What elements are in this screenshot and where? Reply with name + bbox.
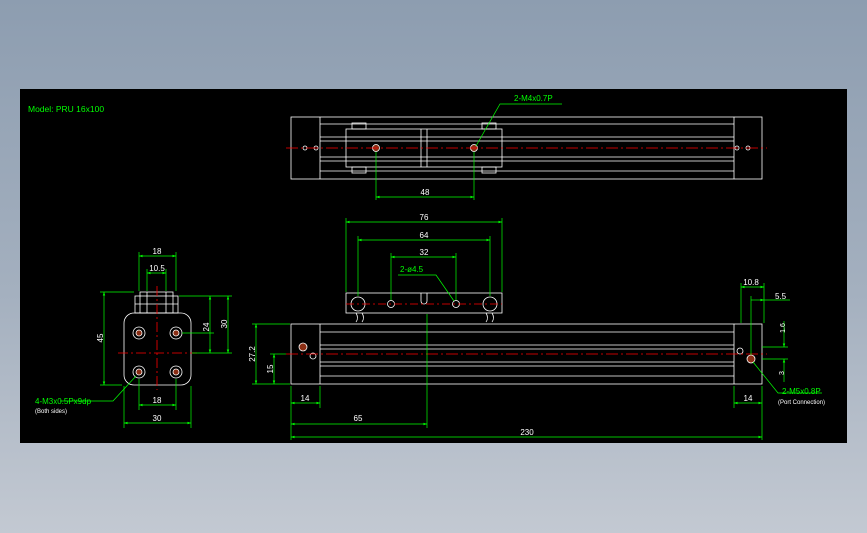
model-title: Model: PRU 16x100	[28, 104, 104, 114]
cad-drawing: Model: PRU 16x100 48 2-M4x0.7P 76 64 32 …	[20, 89, 847, 443]
end-dim-overall-height: 45	[96, 333, 105, 342]
callout-port-note: (Port Connection)	[778, 400, 825, 406]
dim-port-offset: 5.5	[775, 292, 787, 301]
end-callout-note: (Both sides)	[35, 409, 67, 415]
dim-carriage-offset: 65	[354, 414, 363, 423]
dim-center-height: 15	[266, 364, 275, 373]
port-hole	[746, 354, 756, 364]
dim-carriage-length: 76	[420, 213, 429, 222]
dim-end-width: 10.8	[743, 278, 759, 287]
drawing-canvas	[20, 89, 847, 443]
end-dim-inner-width: 10.5	[149, 264, 165, 273]
dim-head-length-left: 14	[301, 394, 310, 403]
dim-head-length-right: 14	[744, 394, 753, 403]
dim-overall-length: 230	[520, 428, 534, 437]
dim-height: 27.2	[248, 346, 257, 362]
callout-port: 2-M5x0.8P	[782, 387, 821, 396]
end-callout-thread: 4-M3x0.5Px9dp	[35, 397, 92, 406]
callout-carriage-holes: 2-ø4.5	[400, 265, 424, 274]
end-dim-hole-pitch-width: 18	[153, 396, 162, 405]
dim-port-height-b: 3	[779, 371, 786, 375]
dim-inner-hole-pitch: 32	[420, 248, 429, 257]
top-dim-hole-pitch: 48	[421, 188, 430, 197]
end-dim-hole-pitch-height: 24	[202, 322, 211, 331]
end-dim-base-width: 30	[153, 414, 162, 423]
dim-outer-hole-pitch: 64	[420, 231, 429, 240]
end-dim-upper-height: 30	[220, 319, 229, 328]
dim-port-height-a: 1.6	[780, 323, 787, 333]
end-dim-top-width: 18	[153, 247, 162, 256]
top-callout-thread: 2-M4x0.7P	[514, 94, 553, 103]
